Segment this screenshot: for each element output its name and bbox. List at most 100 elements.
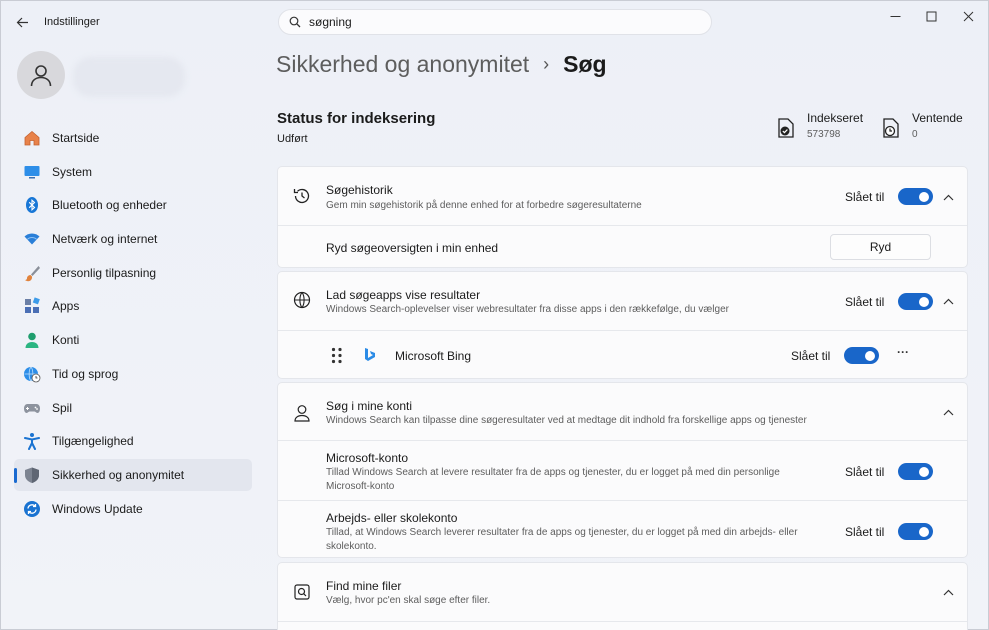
search-history-toggle[interactable] (898, 188, 933, 205)
sidebar-item-accounts[interactable]: Konti (14, 324, 252, 356)
accounts-row[interactable]: Søg i mine konti Windows Search kan tilp… (278, 383, 967, 440)
more-options-button[interactable]: ··· (897, 345, 909, 359)
search-history-row[interactable]: Søgehistorik Gem min søgehistorik på den… (278, 167, 967, 225)
microsoft-account-toggle-label: Slået til (845, 465, 885, 479)
find-files-subrow (278, 621, 967, 630)
file-search-icon (292, 582, 312, 602)
close-icon (963, 11, 973, 21)
breadcrumb-separator: › (543, 54, 550, 74)
home-icon (23, 129, 41, 147)
search-apps-row[interactable]: Lad søgeapps vise resultater Windows Sea… (278, 272, 967, 330)
close-button[interactable] (951, 3, 985, 29)
globe-clock-icon (23, 365, 41, 383)
user-icon (30, 65, 52, 87)
back-button[interactable] (9, 9, 35, 35)
clear-history-button[interactable]: Ryd (830, 234, 931, 260)
maximize-icon (926, 11, 936, 21)
accounts-title: Søg i mine konti (326, 399, 413, 413)
microsoft-account-desc-line1: Tillad Windows Search at levere resultat… (326, 467, 780, 478)
chevron-up-icon[interactable] (940, 404, 956, 420)
sidebar-item-personalization[interactable]: Personlig tilpasning (14, 257, 252, 289)
sidebar-item-label: Netværk og internet (52, 232, 158, 247)
sidebar-item-startside[interactable]: Startside (14, 122, 252, 154)
sidebar-item-network[interactable]: Netværk og internet (14, 223, 252, 255)
search-history-toggle-label: Slået til (845, 190, 885, 204)
work-account-row: Arbejds- eller skolekonto Tillad, at Win… (278, 500, 967, 559)
bing-label: Microsoft Bing (395, 349, 472, 363)
pending-file-icon (883, 118, 899, 138)
avatar[interactable] (17, 51, 65, 99)
brush-icon (23, 264, 41, 282)
pending-value: 0 (912, 129, 918, 140)
indexing-status-value: Udført (277, 133, 308, 145)
page-title: Søg (563, 51, 607, 77)
microsoft-account-row: Microsoft-konto Tillad Windows Search at… (278, 440, 967, 500)
microsoft-account-toggle[interactable] (898, 463, 933, 480)
update-icon (23, 500, 41, 518)
sidebar-item-accessibility[interactable]: Tilgængelighed (14, 425, 252, 457)
accessibility-icon (23, 432, 41, 451)
accounts-desc: Windows Search kan tilpasse dine søgeres… (326, 415, 807, 426)
shield-icon (23, 466, 41, 484)
indexed-stat: Indekseret 573798 (775, 111, 863, 140)
chevron-up-icon[interactable] (940, 293, 956, 309)
breadcrumb: Sikkerhed og anonymitet › Søg (276, 51, 607, 78)
search-history-card: Søgehistorik Gem min søgehistorik på den… (277, 166, 968, 268)
indexed-label: Indekseret (807, 111, 864, 125)
sidebar-item-security-privacy[interactable]: Sikkerhed og anonymitet (14, 458, 252, 491)
bing-toggle-label: Slået til (791, 349, 831, 363)
minimize-button[interactable] (878, 3, 912, 29)
microsoft-account-desc-line2: Microsoft-konto (326, 481, 395, 492)
sidebar-item-apps[interactable]: Apps (14, 290, 252, 322)
sidebar-item-system[interactable]: System (14, 156, 252, 188)
sidebar-item-label: System (52, 164, 93, 179)
monitor-icon (23, 163, 41, 181)
apps-icon (23, 297, 41, 315)
search-apps-toggle[interactable] (898, 293, 933, 310)
chevron-up-icon[interactable] (940, 584, 956, 600)
history-icon (292, 186, 312, 206)
work-account-desc-line2: skolekonto. (326, 541, 377, 552)
find-files-title: Find mine filer (326, 579, 402, 593)
sidebar-item-windows-update[interactable]: Windows Update (14, 493, 252, 525)
search-apps-title: Lad søgeapps vise resultater (326, 288, 481, 302)
clear-history-row: Ryd søgeoversigten i min enhed Ryd (278, 225, 967, 269)
search-icon (289, 16, 301, 28)
accounts-card: Søg i mine konti Windows Search kan tilp… (277, 382, 968, 558)
sidebar-item-label: Konti (52, 333, 80, 348)
find-files-desc: Vælg, hvor pc'en skal søge efter filer. (326, 595, 491, 606)
sidebar-item-label: Apps (52, 299, 80, 314)
microsoft-account-title: Microsoft-konto (326, 451, 409, 465)
search-box[interactable] (278, 9, 712, 35)
indexing-status-title: Status for indeksering (277, 110, 436, 127)
sidebar-item-label: Sikkerhed og anonymitet (52, 467, 185, 482)
search-apps-card: Lad søgeapps vise resultater Windows Sea… (277, 271, 968, 379)
sidebar-item-label: Windows Update (52, 501, 143, 516)
search-history-desc: Gem min søgehistorik på denne enhed for … (326, 200, 642, 211)
pending-label: Ventende (912, 111, 963, 125)
sidebar-item-label: Bluetooth og enheder (52, 198, 167, 213)
sidebar-item-label: Tilgængelighed (52, 434, 134, 449)
sidebar-nav: Startside System Bluetooth og enheder Ne… (14, 122, 252, 526)
sidebar-item-label: Spil (52, 400, 73, 415)
sidebar-item-time-language[interactable]: Tid og sprog (14, 358, 252, 390)
person-outline-icon (292, 403, 312, 423)
search-input[interactable] (309, 15, 689, 29)
sidebar-item-gaming[interactable]: Spil (14, 392, 252, 424)
drag-handle-icon[interactable] (331, 347, 343, 367)
wifi-icon (23, 230, 41, 248)
person-icon (23, 331, 41, 349)
work-account-toggle-label: Slået til (845, 525, 885, 539)
work-account-desc-line1: Tillad, at Windows Search leverer result… (326, 527, 798, 538)
work-account-toggle[interactable] (898, 523, 933, 540)
chevron-up-icon[interactable] (940, 189, 956, 205)
title-bar: Indstillinger (1, 1, 988, 41)
sidebar-item-bluetooth[interactable]: Bluetooth og enheder (14, 189, 252, 221)
find-files-row[interactable]: Find mine filer Vælg, hvor pc'en skal sø… (278, 563, 967, 621)
sidebar-item-label: Startside (52, 131, 100, 145)
bing-toggle[interactable] (844, 347, 879, 364)
search-apps-toggle-label: Slået til (845, 295, 885, 309)
indexed-value: 573798 (807, 129, 841, 140)
maximize-button[interactable] (914, 3, 948, 29)
breadcrumb-parent[interactable]: Sikkerhed og anonymitet (276, 51, 529, 78)
